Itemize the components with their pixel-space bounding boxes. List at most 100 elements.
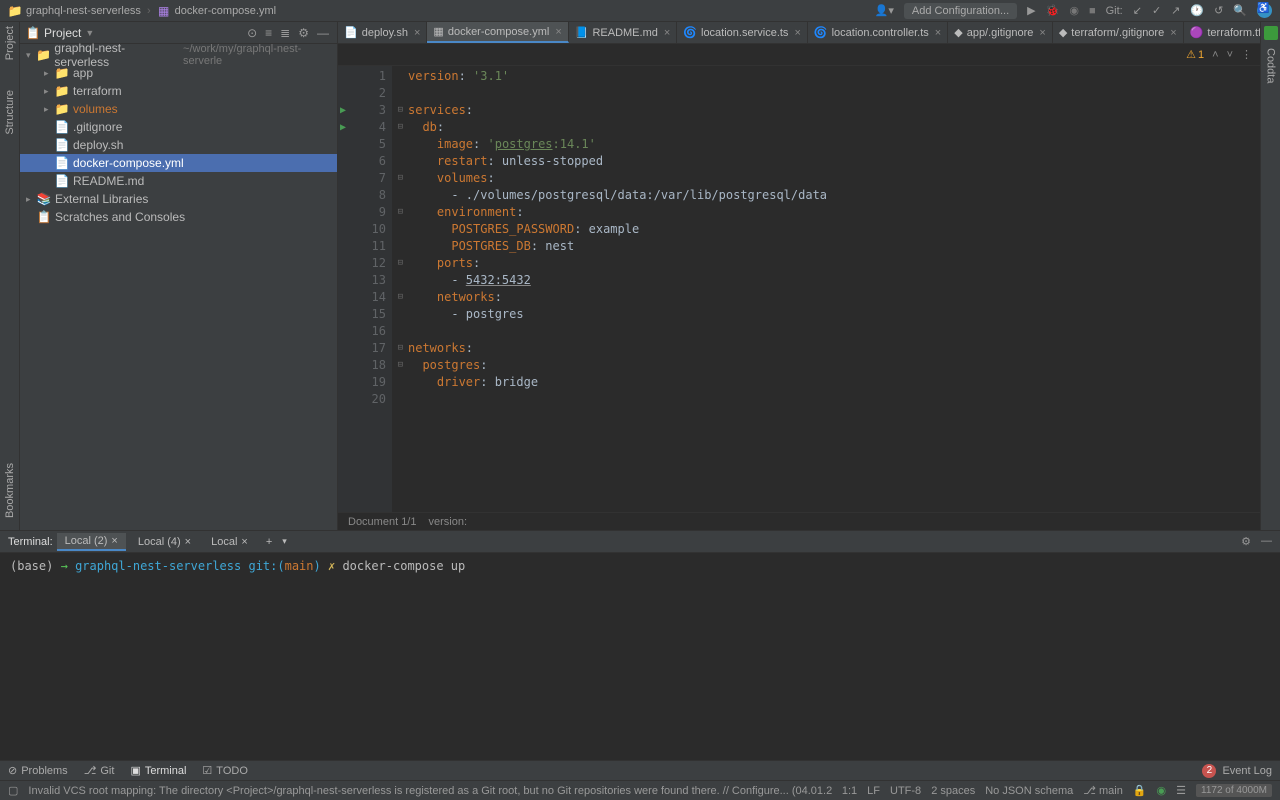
git-history-icon[interactable]: 🕐: [1190, 4, 1204, 17]
project-tool-button[interactable]: Project: [4, 26, 16, 60]
collapse-icon[interactable]: ≣: [278, 26, 292, 40]
close-icon[interactable]: ×: [664, 27, 670, 39]
tab-label: location.service.ts: [701, 27, 788, 39]
close-icon[interactable]: ×: [185, 536, 191, 548]
tree-item-gitignore[interactable]: 📄.gitignore: [20, 118, 337, 136]
git-tool-button[interactable]: ⎇Git: [84, 764, 115, 777]
tree-item-docker-compose[interactable]: 📄docker-compose.yml: [20, 154, 337, 172]
bottom-toolbar: ⊘Problems ⎇Git ▣Terminal ☑TODO 2 Event L…: [0, 760, 1280, 780]
user-icon[interactable]: 👤▾: [875, 4, 894, 17]
editor-tab-1[interactable]: ▦docker-compose.yml×: [427, 22, 568, 43]
editor-tab-6[interactable]: ◆terraform/.gitignore×: [1053, 22, 1184, 43]
prompt-base: (base): [10, 559, 53, 573]
breadcrumb-project[interactable]: 📁 graphql-nest-serverless: [8, 4, 141, 18]
terminal-tab-2[interactable]: Local ×: [203, 534, 256, 550]
terminal-settings-icon[interactable]: ⚙: [1241, 535, 1251, 548]
tab-dropdown-icon[interactable]: ▾: [282, 536, 287, 547]
close-icon[interactable]: ×: [1170, 27, 1176, 39]
close-icon[interactable]: ×: [555, 26, 561, 38]
todo-tool-button[interactable]: ☑TODO: [202, 764, 247, 777]
tree-ext-libs[interactable]: ▸📚External Libraries: [20, 190, 337, 208]
expand-icon[interactable]: ≡: [263, 26, 274, 40]
editor-gutter[interactable]: 12▶3⊟▶4⊟567⊟89⊟101112⊟1314⊟151617⊟18⊟192…: [338, 66, 392, 512]
stop-icon[interactable]: ■: [1089, 5, 1096, 17]
git-push-icon[interactable]: ↗: [1171, 4, 1180, 17]
close-icon[interactable]: ×: [241, 536, 247, 548]
close-icon[interactable]: ×: [111, 535, 117, 547]
editor-code[interactable]: version: '3.1' services: db: image: 'pos…: [392, 66, 1260, 512]
prompt-dirty: ✗: [328, 559, 335, 573]
caret-position[interactable]: 1:1: [842, 785, 857, 797]
terminal-panel: Terminal: Local (2) × Local (4) × Local …: [0, 530, 1280, 760]
project-tree[interactable]: ▾📁 graphql-nest-serverless ~/work/my/gra…: [20, 44, 337, 228]
editor-more-icon[interactable]: ⋮: [1241, 48, 1252, 61]
search-icon[interactable]: 🔍: [1233, 4, 1247, 17]
git-branch-status[interactable]: ⎇ main: [1083, 784, 1123, 797]
close-icon[interactable]: ×: [414, 27, 420, 39]
editor-tab-5[interactable]: ◆app/.gitignore×: [948, 22, 1053, 43]
file-icon: 🌀: [814, 26, 828, 39]
status-icon[interactable]: ▢: [8, 784, 18, 797]
next-highlight-icon[interactable]: ˅: [1227, 49, 1233, 61]
tree-item-volumes[interactable]: ▸📁volumes: [20, 100, 337, 118]
tree-root[interactable]: ▾📁 graphql-nest-serverless ~/work/my/gra…: [20, 46, 337, 64]
json-schema[interactable]: No JSON schema: [985, 785, 1073, 797]
close-icon[interactable]: ×: [935, 27, 941, 39]
breadcrumb-file[interactable]: ▦ docker-compose.yml: [157, 4, 276, 18]
status-message[interactable]: Invalid VCS root mapping: The directory …: [28, 785, 831, 797]
chevron-down-icon[interactable]: ▼: [85, 28, 94, 38]
event-log-button[interactable]: Event Log: [1222, 765, 1272, 777]
debug-icon[interactable]: 🐞: [1046, 4, 1060, 17]
new-tab-icon[interactable]: +: [260, 536, 278, 548]
code-editor[interactable]: 12▶3⊟▶4⊟567⊟89⊟101112⊟1314⊟151617⊟18⊟192…: [338, 66, 1260, 512]
tree-item-terraform[interactable]: ▸📁terraform: [20, 82, 337, 100]
tab-label: deploy.sh: [362, 27, 408, 39]
top-bar: 📁 graphql-nest-serverless › ▦ docker-com…: [0, 0, 1280, 22]
locate-icon[interactable]: ⊙: [245, 26, 259, 40]
problems-button[interactable]: ⊘Problems: [8, 764, 68, 777]
line-ending[interactable]: LF: [867, 785, 880, 797]
tree-item-readme[interactable]: 📄README.md: [20, 172, 337, 190]
prev-highlight-icon[interactable]: ˄: [1212, 49, 1218, 61]
git-update-icon[interactable]: ↙: [1133, 4, 1142, 17]
structure-tool-button[interactable]: Structure: [4, 90, 16, 135]
git-commit-icon[interactable]: ✓: [1152, 4, 1161, 17]
sync-icon[interactable]: ☰: [1176, 784, 1186, 797]
editor-tab-4[interactable]: 🌀location.controller.ts×: [808, 22, 948, 43]
tree-item-deploy[interactable]: 📄deploy.sh: [20, 136, 337, 154]
run-icon[interactable]: ▶: [1027, 4, 1035, 17]
bookmarks-tool-button[interactable]: Bookmarks: [4, 463, 16, 518]
tree-scratches[interactable]: 📋Scratches and Consoles: [20, 208, 337, 226]
terminal-tool-button[interactable]: ▣Terminal: [130, 764, 186, 777]
editor-tab-2[interactable]: 📘README.md×: [569, 22, 678, 43]
rollback-icon[interactable]: ↺: [1214, 4, 1223, 17]
terminal-tab-0[interactable]: Local (2) ×: [57, 533, 126, 551]
close-icon[interactable]: ×: [1039, 27, 1045, 39]
settings-icon[interactable]: ⚙: [296, 26, 311, 40]
editor-tab-7[interactable]: 🟣terraform.tfvars×: [1184, 22, 1260, 43]
indent-setting[interactable]: 2 spaces: [931, 785, 975, 797]
editor-tab-0[interactable]: 📄deploy.sh×: [338, 22, 427, 43]
file-icon: 📘: [575, 26, 589, 39]
hide-icon[interactable]: —: [315, 26, 331, 40]
ai-assistant-icon[interactable]: [1264, 26, 1278, 40]
indicator-icon[interactable]: ◉: [1157, 784, 1167, 797]
encoding[interactable]: UTF-8: [890, 785, 921, 797]
prompt-branch: main: [285, 559, 314, 573]
close-icon[interactable]: ×: [794, 27, 800, 39]
lock-icon[interactable]: 🔒: [1133, 784, 1147, 797]
run-config-button[interactable]: Add Configuration...: [904, 3, 1017, 19]
terminal-body[interactable]: (base) → graphql-nest-serverless git:(ma…: [0, 553, 1280, 760]
coverage-icon[interactable]: ◉: [1069, 4, 1079, 17]
coddta-tool-button[interactable]: Coddta: [1265, 48, 1277, 83]
accessibility-icon[interactable]: ♿: [1257, 3, 1272, 18]
code-context: version:: [428, 516, 467, 528]
tree-root-path: ~/work/my/graphql-nest-serverle: [183, 43, 337, 67]
warnings-badge[interactable]: ⚠ 1: [1186, 48, 1204, 61]
breadcrumb-file-label: docker-compose.yml: [175, 5, 276, 17]
memory-indicator[interactable]: 1172 of 4000M: [1196, 784, 1272, 797]
prompt-git: git:(: [248, 559, 284, 573]
terminal-tab-1[interactable]: Local (4) ×: [130, 534, 199, 550]
editor-tab-3[interactable]: 🌀location.service.ts×: [677, 22, 808, 43]
terminal-hide-icon[interactable]: —: [1261, 535, 1272, 548]
